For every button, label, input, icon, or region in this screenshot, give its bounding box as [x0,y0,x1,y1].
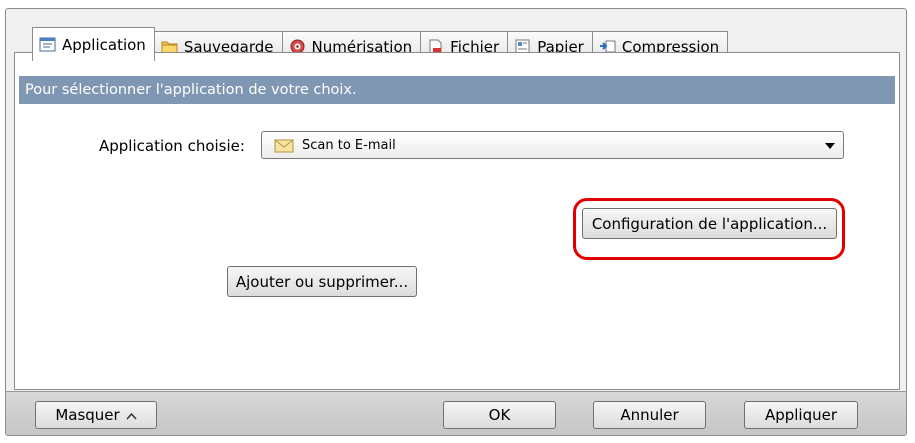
chevron-down-icon[interactable] [825,143,835,149]
application-tab-panel: Pour sélectionner l'application de votre… [14,52,900,390]
cancel-button[interactable]: Annuler [593,401,706,429]
selected-application-label: Application choisie: [99,137,245,155]
hide-button[interactable]: Masquer [35,401,157,429]
apply-button[interactable]: Appliquer [744,401,858,429]
envelope-icon [274,137,294,153]
chevron-up-icon [126,406,137,424]
tab-application[interactable]: Application [32,27,155,61]
configure-application-button[interactable]: Configuration de l'application... [582,208,837,239]
panel-header-banner: Pour sélectionner l'application de votre… [19,76,895,104]
dialog-footer: Masquer OK Annuler Appliquer [6,391,906,435]
application-select-value: Scan to E-mail [302,137,396,153]
ok-button[interactable]: OK [443,401,556,429]
application-select[interactable]: Scan to E-mail [261,131,844,159]
scanner-settings-window: Application Sauvegarde Numérisation Fich… [5,8,907,436]
tab-label: Application [62,35,146,54]
hide-button-label: Masquer [55,406,120,424]
add-remove-application-button[interactable]: Ajouter ou supprimer... [227,266,417,297]
application-tab-icon [39,37,56,52]
